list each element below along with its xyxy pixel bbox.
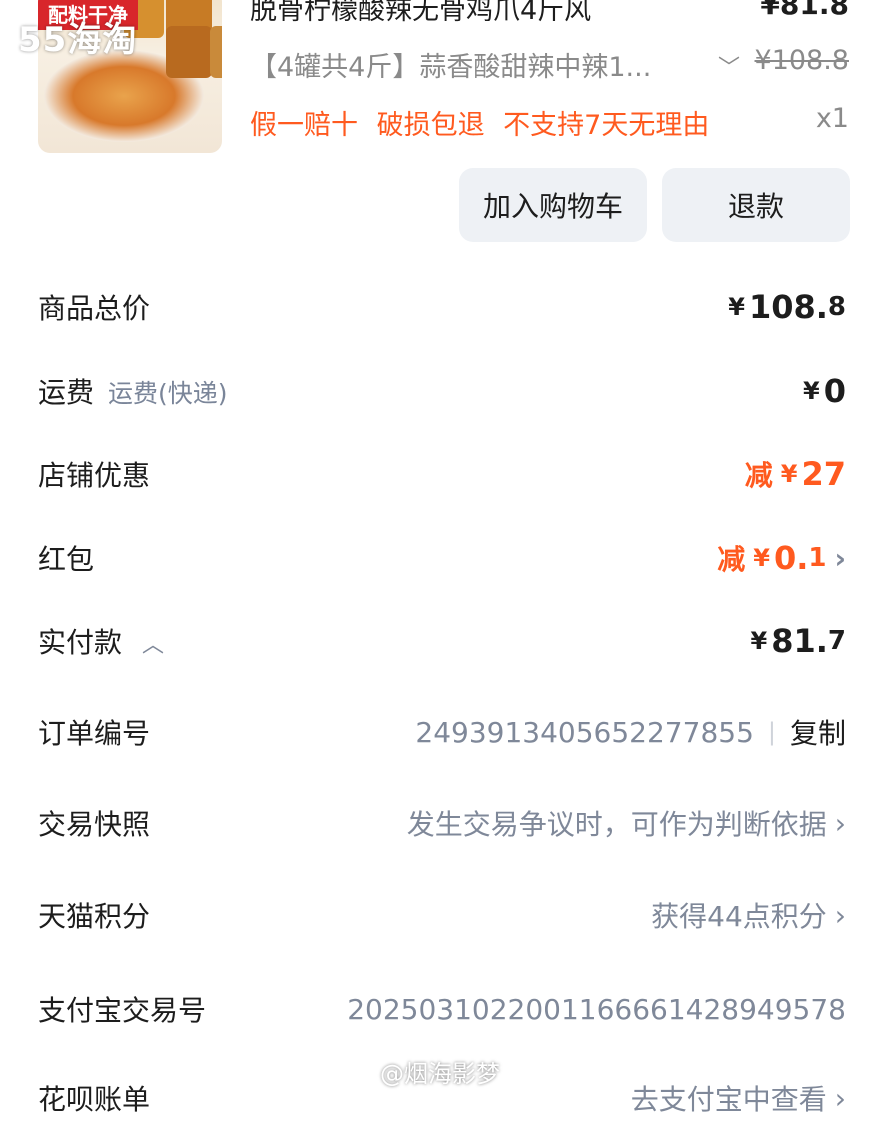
order-number-label: 订单编号 — [38, 717, 151, 750]
red-packet-decimal: 1 — [808, 543, 827, 573]
shop-discount-row: 店铺优惠 减 ¥27 — [38, 444, 846, 504]
alipay-trade-label: 支付宝交易号 — [38, 994, 207, 1027]
trade-snapshot-label: 交易快照 — [38, 808, 151, 841]
order-number-row: 订单编号 2493913405652277855 | 复制 — [38, 702, 846, 762]
site-watermark: 55海淘 — [18, 20, 138, 60]
trade-snapshot-value[interactable]: 发生交易争议时，可作为判断依据 › — [407, 803, 846, 843]
shop-discount-amount: 27 — [801, 455, 846, 493]
divider: | — [767, 718, 776, 746]
product-title[interactable]: 脱骨柠檬酸辣无骨鸡爪4斤风 — [250, 0, 591, 27]
service-tags: 假一赔十 破损包退 不支持7天无理由 — [250, 110, 710, 141]
paid-amount-value: ¥81. 7 — [751, 622, 846, 660]
huabei-bill-text: 去支付宝中查看 — [630, 1083, 827, 1116]
chevron-right-icon[interactable]: › — [835, 807, 846, 840]
tmall-points-row[interactable]: 天猫积分 获得44点积分 › — [38, 885, 846, 945]
discount-prefix: 减 — [744, 459, 773, 492]
shipping-amount: 0 — [823, 372, 846, 410]
shipping-method: 运费(快递) — [108, 379, 228, 408]
chevron-up-icon[interactable]: ︿ — [142, 633, 164, 658]
red-packet-row[interactable]: 红包 减 ¥0. 1 › — [38, 528, 846, 588]
paid-amount-label[interactable]: 实付款 ︿ — [38, 621, 164, 661]
trade-snapshot-text: 发生交易争议时，可作为判断依据 — [406, 808, 827, 841]
discount-prefix: 减 — [717, 543, 746, 576]
paid-amount-decimal: 7 — [827, 626, 846, 656]
order-number: 2493913405652277855 — [415, 715, 754, 749]
product-original-price: ¥108.8 — [754, 45, 849, 76]
currency-symbol: ¥ — [753, 544, 770, 572]
add-to-cart-button[interactable]: 加入购物车 — [459, 168, 647, 242]
tmall-points-value[interactable]: 获得44点积分 › — [651, 895, 846, 935]
shipping-label-text: 运费 — [38, 376, 95, 409]
product-sku[interactable]: 【4罐共4斤】蒜香酸甜辣中辣1... — [250, 45, 651, 84]
total-price-integer: 108. — [748, 288, 828, 326]
product-photo-jar — [210, 26, 222, 78]
user-watermark: @烟海影梦 — [380, 1060, 500, 1088]
chevron-down-icon[interactable]: ﹀ — [718, 50, 740, 82]
trade-snapshot-row[interactable]: 交易快照 发生交易争议时，可作为判断依据 › — [38, 793, 846, 853]
huabei-bill-label: 花呗账单 — [38, 1083, 151, 1116]
tmall-points-label: 天猫积分 — [38, 900, 151, 933]
red-packet-label: 红包 — [38, 543, 95, 576]
currency-symbol: ¥ — [750, 627, 768, 655]
shop-discount-label: 店铺优惠 — [38, 459, 151, 492]
huabei-bill-value[interactable]: 去支付宝中查看 › — [631, 1078, 846, 1118]
paid-amount-label-text: 实付款 — [38, 626, 123, 659]
total-price-value: ¥108. 8 — [728, 288, 846, 326]
copy-button[interactable]: 复制 — [790, 712, 846, 752]
alipay-trade-row: 支付宝交易号 2025031022001166661428949578 — [38, 979, 846, 1039]
product-price: ¥81.8 — [760, 0, 849, 21]
chevron-right-icon[interactable]: › — [835, 899, 846, 932]
red-packet-integer: 0. — [773, 539, 809, 577]
shipping-value: ¥0 — [803, 372, 846, 410]
currency-symbol: ¥ — [728, 293, 745, 321]
total-price-decimal: 8 — [827, 292, 846, 322]
shipping-row: 运费 运费(快递) ¥0 — [38, 361, 846, 421]
currency-symbol: ¥ — [780, 460, 798, 488]
paid-amount-integer: 81. — [771, 622, 828, 660]
alipay-trade-number: 2025031022001166661428949578 — [347, 992, 846, 1026]
product-quantity: x1 — [815, 103, 849, 134]
shop-discount-value: 减 ¥27 — [745, 454, 846, 494]
tmall-points-text: 获得44点积分 — [651, 900, 827, 933]
chevron-right-icon[interactable]: › — [834, 542, 846, 575]
refund-button[interactable]: 退款 — [662, 168, 850, 242]
shipping-label: 运费 运费(快递) — [38, 371, 228, 411]
total-price-row: 商品总价 ¥108. 8 — [38, 277, 846, 337]
total-price-label: 商品总价 — [38, 292, 151, 325]
currency-symbol: ¥ — [803, 377, 820, 405]
product-photo-jar — [166, 26, 212, 78]
red-packet-value[interactable]: 减 ¥0. 1 › — [717, 538, 846, 578]
paid-amount-row[interactable]: 实付款 ︿ ¥81. 7 — [38, 611, 846, 671]
order-number-value: 2493913405652277855 | 复制 — [415, 712, 846, 752]
